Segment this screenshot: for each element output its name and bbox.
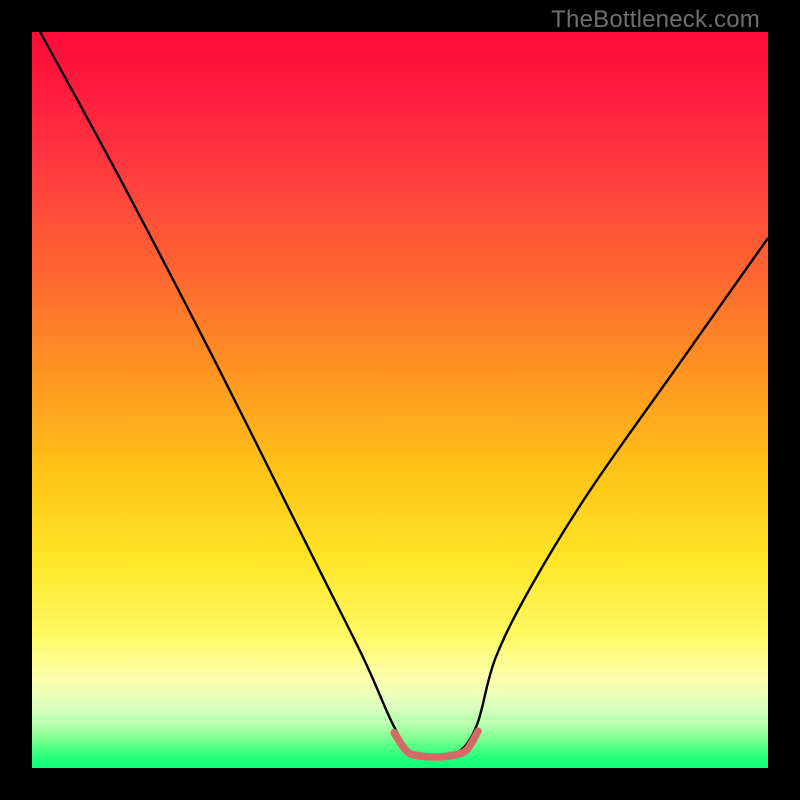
curve-svg bbox=[32, 32, 768, 768]
watermark-text: TheBottleneck.com bbox=[551, 6, 760, 34]
chart-frame: TheBottleneck.com bbox=[0, 0, 800, 800]
bottleneck-curve bbox=[32, 32, 768, 756]
plot-area bbox=[32, 32, 768, 768]
